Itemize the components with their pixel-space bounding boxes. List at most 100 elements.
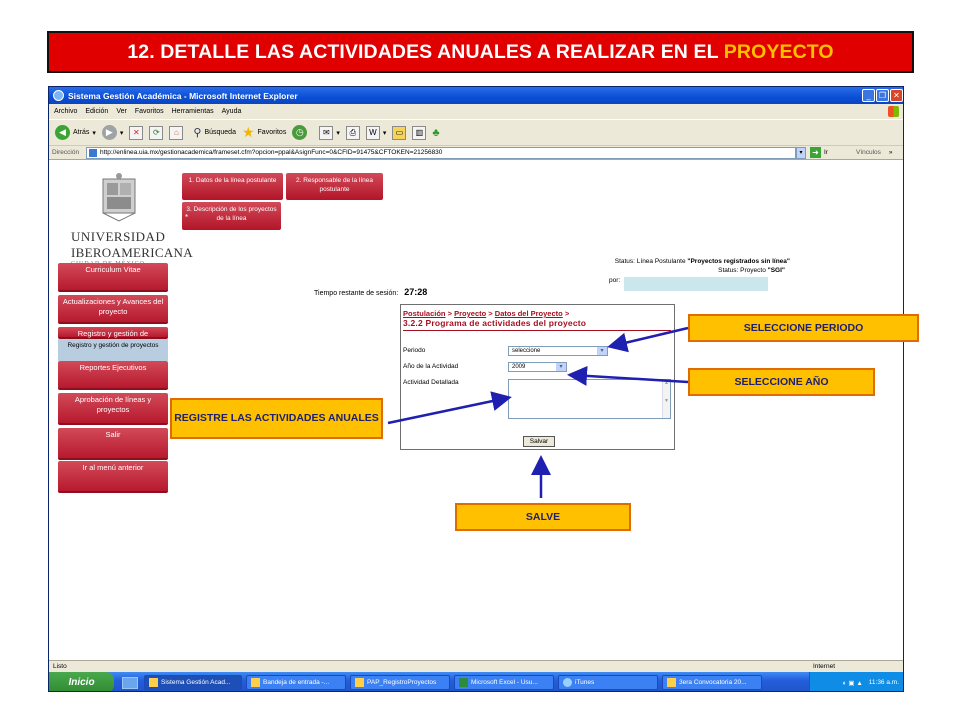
nav-aprobacion[interactable]: Aprobación de líneas y proyectos (58, 393, 168, 425)
excel-task-icon (459, 678, 468, 687)
callout-seleccione-anio: SELECCIONE AÑO (688, 368, 875, 396)
back-button[interactable]: ◀ Atrás ▾ (55, 125, 96, 140)
session-timer: Tiempo restante de sesión: 27:28 (314, 287, 427, 297)
search-label: Búsqueda (204, 129, 236, 136)
task-label-4: Microsoft Excel - Usu... (471, 679, 538, 686)
ie-icon (53, 90, 64, 101)
anio-chevron-down-icon[interactable]: ▾ (556, 363, 566, 371)
nav-actualizaciones[interactable]: Actualizaciones y Avances del proyecto (58, 295, 168, 324)
menu-bar: Archivo Edición Ver Favoritos Herramient… (49, 104, 903, 119)
links-chevron-icon[interactable]: » (889, 149, 893, 156)
nav-salir[interactable]: Salir (58, 428, 168, 460)
actividad-textarea[interactable]: ▲ ▼ (508, 379, 671, 419)
quicklaunch-icon[interactable] (122, 676, 138, 689)
search-icon: ⚲ (193, 127, 202, 139)
restore-button[interactable]: ❐ (876, 89, 889, 102)
task-pap-registro[interactable]: PAP_RegistroProyectos (350, 675, 450, 690)
forward-dropdown-icon[interactable]: ▾ (120, 129, 124, 137)
tab-descripcion-proyectos[interactable]: * 3. Descripción de los proyectos de la … (182, 202, 281, 230)
tab-datos-linea[interactable]: 1. Datos de la línea postulante (182, 173, 283, 200)
save-button[interactable]: Salvar (523, 436, 555, 447)
address-input[interactable]: http://enlinea.uia.mx/gestionacademica/f… (86, 146, 796, 159)
menu-favoritos[interactable]: Favoritos (135, 108, 164, 115)
edit-dropdown-icon[interactable]: ▾ (383, 129, 387, 137)
logo-line2: IBEROAMERICANA (71, 245, 193, 260)
nav-registro-gestion-proyectos[interactable]: Registro y gestión de proyectos (58, 339, 168, 361)
menu-herramientas[interactable]: Herramientas (172, 108, 214, 115)
close-button[interactable]: ✕ (890, 89, 903, 102)
go-arrow-icon: ➜ (810, 147, 821, 158)
folder-task-icon (667, 678, 676, 687)
stop-button[interactable]: ✕ (129, 125, 144, 140)
status-ready: Listo (53, 663, 67, 670)
links-label[interactable]: Vínculos (856, 149, 881, 156)
ie-task-icon (149, 678, 158, 687)
status-linea-prefix: Status: Línea Postulante (614, 258, 688, 265)
edit-icon: W (365, 125, 380, 140)
edit-button[interactable]: W ▾ (365, 125, 387, 140)
anio-select[interactable]: 2009 ▾ (508, 362, 567, 372)
forward-arrow-icon: ▶ (101, 125, 117, 140)
anio-label: Año de la Actividad (403, 363, 459, 370)
crumb-sep-1: > (447, 309, 452, 318)
crumb-proyecto[interactable]: Proyecto (454, 309, 486, 318)
favorites-star-icon: ★ (241, 124, 255, 140)
content-scrollbar[interactable] (903, 161, 904, 661)
tab-responsable-linea[interactable]: 2. Responsable de la línea postulante (286, 173, 383, 200)
menu-ver[interactable]: Ver (116, 108, 127, 115)
tray-icons[interactable]: ◐ ▣ ▲ (843, 679, 863, 687)
home-button[interactable]: ⌂ (169, 125, 184, 140)
crumb-sep-2: > (488, 309, 493, 318)
print-icon: ⎙ (345, 125, 360, 140)
periodo-select[interactable]: seleccione ▾ (508, 346, 608, 356)
menu-archivo[interactable]: Archivo (54, 108, 77, 115)
slide-title-banner: 12. DETALLE LAS ACTIVIDADES ANUALES A RE… (47, 31, 914, 73)
menu-edicion[interactable]: Edición (85, 108, 108, 115)
research-icon: ▥ (412, 125, 427, 140)
mail-dropdown-icon[interactable]: ▾ (336, 129, 340, 137)
crumb-postulacion[interactable]: Postulación (403, 309, 446, 318)
favorites-button[interactable]: ★ Favoritos (242, 124, 286, 141)
task-bandeja[interactable]: Bandeja de entrada -... (246, 675, 346, 690)
menu-ayuda[interactable]: Ayuda (222, 108, 242, 115)
nav-reportes-ejecutivos[interactable]: Reportes Ejecutivos (58, 361, 168, 390)
windows-logo-icon (888, 106, 899, 117)
por-field (624, 277, 768, 291)
go-button[interactable]: ➜ Ir (810, 147, 828, 158)
crumb-datos-proyecto[interactable]: Datos del Proyecto (495, 309, 563, 318)
discuss-button[interactable]: ▭ (392, 125, 407, 140)
system-tray: ◐ ▣ ▲ 11:36 a.m. (809, 672, 903, 691)
document-task-icon (355, 678, 364, 687)
research-button[interactable]: ▥ (412, 125, 427, 140)
home-icon: ⌂ (169, 125, 184, 140)
itunes-task-icon (563, 678, 572, 687)
forward-button[interactable]: ▶ ▾ (101, 125, 124, 140)
task-itunes[interactable]: iTunes (558, 675, 658, 690)
search-button[interactable]: ⚲ Búsqueda (193, 126, 236, 139)
history-button[interactable]: ◷ (292, 125, 308, 140)
back-dropdown-icon[interactable]: ▾ (92, 129, 96, 137)
start-label: Inicio (68, 677, 95, 688)
start-button[interactable]: Inicio (49, 672, 114, 691)
textarea-scrollbar[interactable]: ▲ ▼ (662, 380, 670, 418)
window-titlebar[interactable]: Sistema Gestión Académica - Microsoft In… (49, 87, 903, 104)
task-convocatoria[interactable]: 3era Convocatoria 20... (662, 675, 762, 690)
nav-registro-gestion[interactable]: Registro y gestión de (58, 327, 168, 339)
back-label: Atrás (73, 129, 90, 136)
periodo-value: seleccione (512, 348, 541, 354)
form-title: 3.2.2 Programa de actividades del proyec… (403, 318, 587, 328)
address-dropdown-icon[interactable]: ▾ (796, 146, 806, 159)
print-button[interactable]: ⎙ (345, 125, 360, 140)
nav-curriculum-vitae[interactable]: Curriculum Vitae (58, 263, 168, 292)
nav-menu-anterior[interactable]: Ir al menú anterior (58, 461, 168, 493)
minimize-button[interactable]: _ (862, 89, 875, 102)
mail-icon: ✉ (319, 125, 334, 140)
status-linea: Status: Línea Postulante "Proyectos regi… (615, 258, 790, 265)
refresh-button[interactable]: ⟳ (149, 125, 164, 140)
task-sistema-gestion[interactable]: Sistema Gestión Acad... (144, 675, 242, 690)
periodo-chevron-down-icon[interactable]: ▾ (597, 347, 607, 355)
task-excel[interactable]: Microsoft Excel - Usu... (454, 675, 554, 690)
messenger-button[interactable]: ♣ (432, 127, 439, 139)
mail-button[interactable]: ✉ ▾ (319, 125, 340, 140)
task-label-6: 3era Convocatoria 20... (679, 679, 747, 686)
